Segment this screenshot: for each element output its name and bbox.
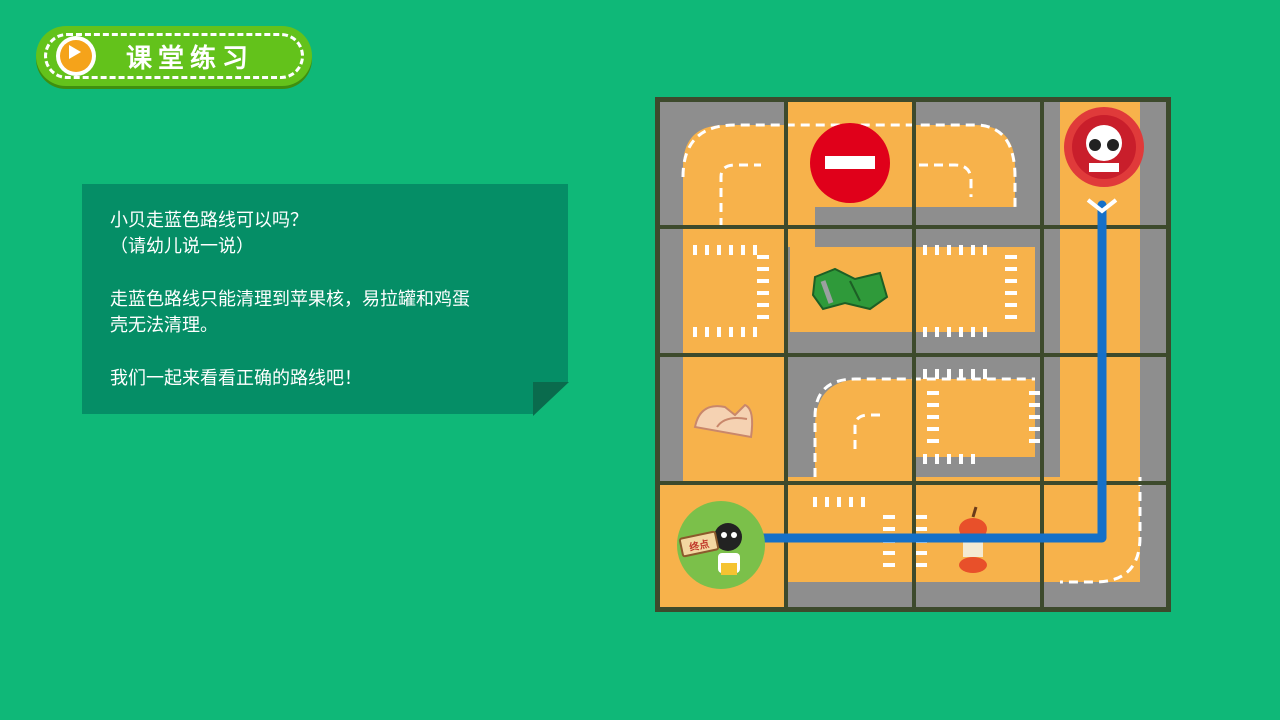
page-title: 课堂练习	[126, 44, 255, 74]
no-entry-sign-icon	[810, 123, 890, 203]
lesson-header-badge: 课堂练习	[36, 26, 312, 86]
prompt-line: （请幼儿说一说）	[110, 236, 254, 257]
question-line: 小贝走蓝色路线可以吗？	[110, 210, 308, 231]
answer-line-2: 壳无法清理。	[110, 315, 218, 336]
play-icon[interactable]	[56, 36, 96, 76]
conclusion-line: 我们一起来看看正确的路线吧！	[110, 368, 362, 389]
note-text: 小贝走蓝色路线可以吗？ （请幼儿说一说） 走蓝色路线只能清理到苹果核，易拉罐和鸡…	[110, 208, 550, 392]
answer-line-1: 走蓝色路线只能清理到苹果核，易拉罐和鸡蛋	[110, 289, 470, 310]
goal-character-badge	[1064, 107, 1144, 187]
road-map-board: 终点	[655, 97, 1171, 612]
